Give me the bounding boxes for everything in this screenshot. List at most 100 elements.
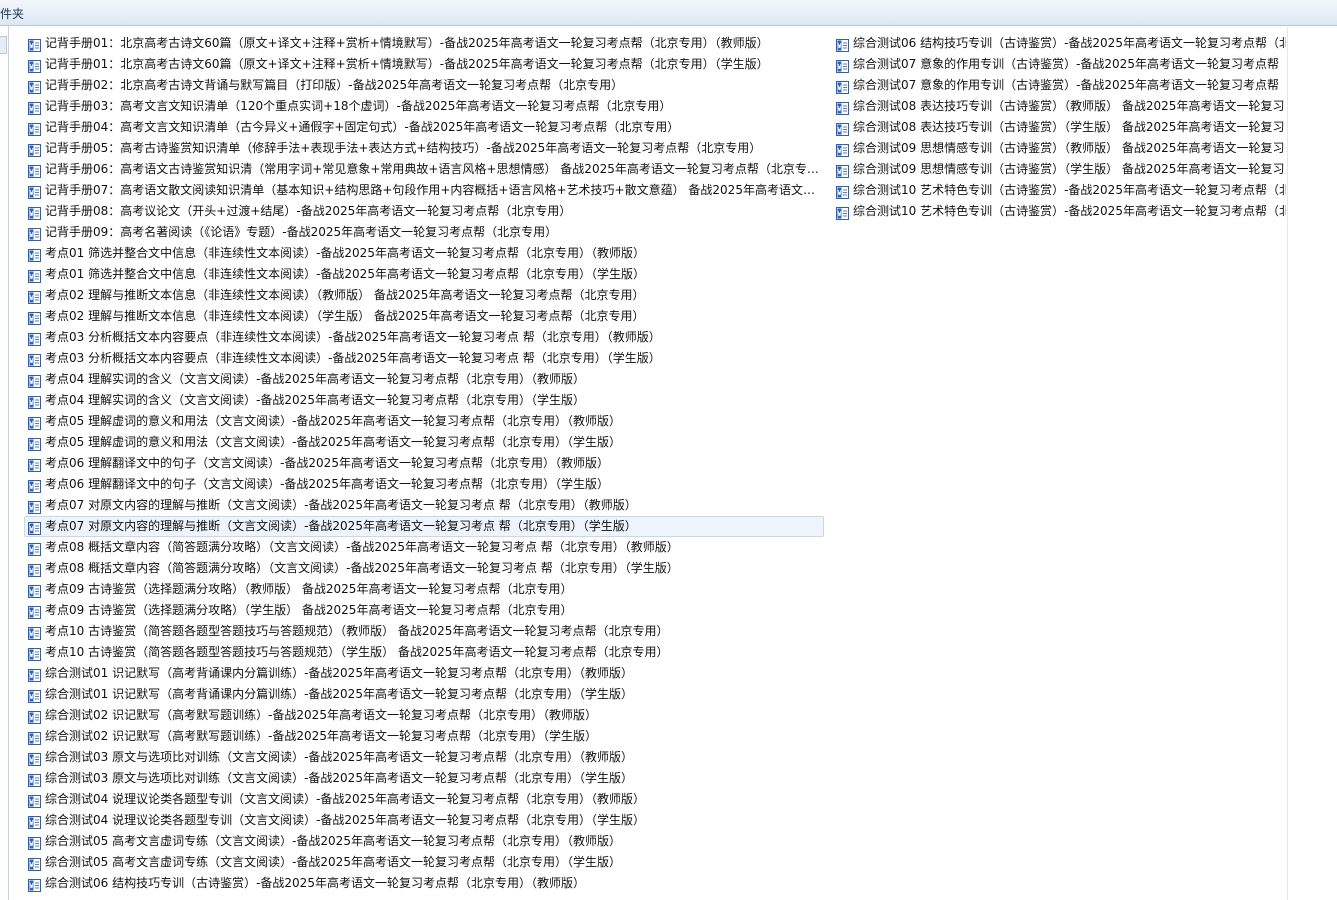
word-document-icon [28,772,41,787]
file-item[interactable]: 综合测试01 识记默写（高考背诵课内分篇训练）-备战2025年高考语文一轮复习考… [24,663,824,684]
word-document-icon [28,520,41,535]
file-name: 考点01 筛选并整合文中信息（非连续性文本阅读）-备战2025年高考语文一轮复习… [45,267,645,281]
file-item[interactable]: 考点03 分析概括文本内容要点（非连续性文本阅读）-备战2025年高考语文一轮复… [24,327,824,348]
file-item[interactable]: 考点06 理解翻译文中的句子（文言文阅读）-备战2025年高考语文一轮复习考点帮… [24,453,824,474]
file-item[interactable]: 综合测试03 原文与选项比对训练（文言文阅读）-备战2025年高考语文一轮复习考… [24,747,824,768]
file-item[interactable]: 综合测试08 表达技巧专训（古诗鉴赏）（教师版） 备战2025年高考语文一轮复习 [832,96,1287,117]
file-name: 综合测试05 高考文言虚词专练（文言文阅读）-备战2025年高考语文一轮复习考点… [45,855,621,869]
file-item[interactable]: 考点10 古诗鉴赏（简答题各题型答题技巧与答题规范）（学生版） 备战2025年高… [24,642,824,663]
word-document-icon [28,625,41,640]
file-item[interactable]: 综合测试06 结构技巧专训（古诗鉴赏）-备战2025年高考语文一轮复习考点帮（北… [24,873,824,894]
file-name: 综合测试09 思想情感专训（古诗鉴赏）（学生版） 备战2025年高考语文一轮复习 [853,162,1285,176]
file-item[interactable]: 综合测试04 说理议论类各题型专训（文言文阅读）-备战2025年高考语文一轮复习… [24,810,824,831]
word-document-icon [836,184,849,199]
file-item[interactable]: 记背手册03：高考文言文知识清单（120个重点实词+18个虚词）-备战2025年… [24,96,824,117]
file-item[interactable]: 考点04 理解实词的含义（文言文阅读）-备战2025年高考语文一轮复习考点帮（北… [24,390,824,411]
file-item[interactable]: 考点07 对原文内容的理解与推断（文言文阅读）-备战2025年高考语文一轮复习考… [24,516,824,537]
word-document-icon [28,247,41,262]
file-item[interactable]: 综合测试09 思想情感专训（古诗鉴赏）（教师版） 备战2025年高考语文一轮复习 [832,138,1287,159]
file-name: 考点07 对原文内容的理解与推断（文言文阅读）-备战2025年高考语文一轮复习考… [45,519,637,533]
file-name: 记背手册05：高考古诗鉴赏知识清单（修辞手法+表现手法+表达方式+结构技巧）-备… [45,141,762,155]
file-item[interactable]: 综合测试02 识记默写（高考默写题训练）-备战2025年高考语文一轮复习考点帮（… [24,705,824,726]
file-item[interactable]: 综合测试10 艺术特色专训（古诗鉴赏）-备战2025年高考语文一轮复习考点帮（北 [832,180,1287,201]
file-name: 考点02 理解与推断文本信息（非连续性文本阅读）（教师版） 备战2025年高考语… [45,288,645,302]
word-document-icon [28,877,41,892]
file-name: 记背手册01：北京高考古诗文60篇（原文+译文+注释+赏析+情境默写）-备战20… [45,36,769,50]
word-document-icon [28,814,41,829]
file-item[interactable]: 考点05 理解虚词的意义和用法（文言文阅读）-备战2025年高考语文一轮复习考点… [24,411,824,432]
word-document-icon [28,100,41,115]
file-name: 考点08 概括文章内容（简答题满分攻略）（文言文阅读）-备战2025年高考语文一… [45,540,679,554]
word-document-icon [28,226,41,241]
file-item[interactable]: 综合测试02 识记默写（高考默写题训练）-备战2025年高考语文一轮复习考点帮（… [24,726,824,747]
file-item[interactable]: 考点01 筛选并整合文中信息（非连续性文本阅读）-备战2025年高考语文一轮复习… [24,264,824,285]
file-name: 综合测试03 原文与选项比对训练（文言文阅读）-备战2025年高考语文一轮复习考… [45,750,633,764]
file-name: 考点01 筛选并整合文中信息（非连续性文本阅读）-备战2025年高考语文一轮复习… [45,246,645,260]
word-document-icon [28,184,41,199]
file-name: 考点07 对原文内容的理解与推断（文言文阅读）-备战2025年高考语文一轮复习考… [45,498,637,512]
file-name: 考点06 理解翻译文中的句子（文言文阅读）-备战2025年高考语文一轮复习考点帮… [45,456,609,470]
file-name: 考点06 理解翻译文中的句子（文言文阅读）-备战2025年高考语文一轮复习考点帮… [45,477,609,491]
file-item[interactable]: 考点05 理解虚词的意义和用法（文言文阅读）-备战2025年高考语文一轮复习考点… [24,432,824,453]
window-title: 件夹 [0,7,25,21]
file-item[interactable]: 记背手册08：高考议论文（开头+过渡+结尾）-备战2025年高考语文一轮复习考点… [24,201,824,222]
word-document-icon [28,436,41,451]
file-list-pane: 记背手册01：北京高考古诗文60篇（原文+译文+注释+赏析+情境默写）-备战20… [10,27,1287,900]
file-name: 综合测试08 表达技巧专训（古诗鉴赏）（教师版） 备战2025年高考语文一轮复习 [853,99,1285,113]
word-document-icon [28,562,41,577]
file-item[interactable]: 考点01 筛选并整合文中信息（非连续性文本阅读）-备战2025年高考语文一轮复习… [24,243,824,264]
file-item[interactable]: 综合测试08 表达技巧专训（古诗鉴赏）（学生版） 备战2025年高考语文一轮复习 [832,117,1287,138]
word-document-icon [28,37,41,52]
file-name: 考点05 理解虚词的意义和用法（文言文阅读）-备战2025年高考语文一轮复习考点… [45,435,621,449]
file-item[interactable]: 记背手册04：高考文言文知识清单（古今异义+通假字+固定句式）-备战2025年高… [24,117,824,138]
file-name: 记背手册02：北京高考古诗文背诵与默写篇目（打印版）-备战2025年高考语文一轮… [45,78,624,92]
file-item[interactable]: 综合测试04 说理议论类各题型专训（文言文阅读）-备战2025年高考语文一轮复习… [24,789,824,810]
file-item[interactable]: 综合测试07 意象的作用专训（古诗鉴赏）-备战2025年高考语文一轮复习考点帮（ [832,75,1287,96]
file-item[interactable]: 综合测试09 思想情感专训（古诗鉴赏）（学生版） 备战2025年高考语文一轮复习 [832,159,1287,180]
file-item[interactable]: 记背手册05：高考古诗鉴赏知识清单（修辞手法+表现手法+表达方式+结构技巧）-备… [24,138,824,159]
file-item[interactable]: 记背手册01：北京高考古诗文60篇（原文+译文+注释+赏析+情境默写）-备战20… [24,33,824,54]
file-item[interactable]: 综合测试10 艺术特色专训（古诗鉴赏）-备战2025年高考语文一轮复习考点帮（北 [832,201,1287,222]
file-item[interactable]: 考点06 理解翻译文中的句子（文言文阅读）-备战2025年高考语文一轮复习考点帮… [24,474,824,495]
file-name: 综合测试10 艺术特色专训（古诗鉴赏）-备战2025年高考语文一轮复习考点帮（北 [853,204,1286,218]
file-item[interactable]: 综合测试07 意象的作用专训（古诗鉴赏）-备战2025年高考语文一轮复习考点帮（ [832,54,1287,75]
file-item[interactable]: 考点09 古诗鉴赏（选择题满分攻略）（学生版） 备战2025年高考语文一轮复习考… [24,600,824,621]
file-item[interactable]: 考点04 理解实词的含义（文言文阅读）-备战2025年高考语文一轮复习考点帮（北… [24,369,824,390]
file-item[interactable]: 综合测试03 原文与选项比对训练（文言文阅读）-备战2025年高考语文一轮复习考… [24,768,824,789]
word-document-icon [836,142,849,157]
file-item[interactable]: 考点08 概括文章内容（简答题满分攻略）（文言文阅读）-备战2025年高考语文一… [24,537,824,558]
file-name: 考点04 理解实词的含义（文言文阅读）-备战2025年高考语文一轮复习考点帮（北… [45,393,585,407]
file-item[interactable]: 记背手册07：高考语文散文阅读知识清单（基本知识+结构思路+句段作用+内容概括+… [24,180,824,201]
file-item[interactable]: 记背手册01：北京高考古诗文60篇（原文+译文+注释+赏析+情境默写）-备战20… [24,54,824,75]
file-name: 考点09 古诗鉴赏（选择题满分攻略）（学生版） 备战2025年高考语文一轮复习考… [45,603,573,617]
file-item[interactable]: 综合测试05 高考文言虚词专练（文言文阅读）-备战2025年高考语文一轮复习考点… [24,852,824,873]
word-document-icon [836,121,849,136]
file-name: 考点02 理解与推断文本信息（非连续性文本阅读）（学生版） 备战2025年高考语… [45,309,645,323]
file-item[interactable]: 综合测试06 结构技巧专训（古诗鉴赏）-备战2025年高考语文一轮复习考点帮（北 [832,33,1287,54]
file-name: 记背手册03：高考文言文知识清单（120个重点实词+18个虚词）-备战2025年… [45,99,672,113]
file-item[interactable]: 考点03 分析概括文本内容要点（非连续性文本阅读）-备战2025年高考语文一轮复… [24,348,824,369]
file-item[interactable]: 综合测试01 识记默写（高考背诵课内分篇训练）-备战2025年高考语文一轮复习考… [24,684,824,705]
file-item[interactable]: 考点07 对原文内容的理解与推断（文言文阅读）-备战2025年高考语文一轮复习考… [24,495,824,516]
word-document-icon [836,37,849,52]
navigation-pane-handle[interactable] [0,36,7,54]
file-item[interactable]: 考点10 古诗鉴赏（简答题各题型答题技巧与答题规范）（教师版） 备战2025年高… [24,621,824,642]
file-name: 综合测试06 结构技巧专训（古诗鉴赏）-备战2025年高考语文一轮复习考点帮（北 [853,36,1286,50]
file-item[interactable]: 记背手册02：北京高考古诗文背诵与默写篇目（打印版）-备战2025年高考语文一轮… [24,75,824,96]
word-document-icon [28,541,41,556]
file-name: 考点04 理解实词的含义（文言文阅读）-备战2025年高考语文一轮复习考点帮（北… [45,372,585,386]
file-item[interactable]: 考点02 理解与推断文本信息（非连续性文本阅读）（教师版） 备战2025年高考语… [24,285,824,306]
file-name: 综合测试08 表达技巧专训（古诗鉴赏）（学生版） 备战2025年高考语文一轮复习 [853,120,1285,134]
file-name: 考点10 古诗鉴赏（简答题各题型答题技巧与答题规范）（教师版） 备战2025年高… [45,624,669,638]
file-item[interactable]: 综合测试05 高考文言虚词专练（文言文阅读）-备战2025年高考语文一轮复习考点… [24,831,824,852]
file-item[interactable]: 考点09 古诗鉴赏（选择题满分攻略）（教师版） 备战2025年高考语文一轮复习考… [24,579,824,600]
file-name: 记背手册01：北京高考古诗文60篇（原文+译文+注释+赏析+情境默写）-备战20… [45,57,769,71]
navigation-pane-edge[interactable] [0,26,9,900]
window-title-bar: 件夹 [0,0,1337,26]
file-item[interactable]: 记背手册06：高考语文古诗鉴赏知识清（常用字词+常见意象+常用典故+语言风格+思… [24,159,824,180]
file-name: 考点05 理解虚词的意义和用法（文言文阅读）-备战2025年高考语文一轮复习考点… [45,414,621,428]
file-item[interactable]: 记背手册09：高考名著阅读（《论语》专题）-备战2025年高考语文一轮复习考点帮… [24,222,824,243]
file-item[interactable]: 考点08 概括文章内容（简答题满分攻略）（文言文阅读）-备战2025年高考语文一… [24,558,824,579]
word-document-icon [28,457,41,472]
file-item[interactable]: 考点02 理解与推断文本信息（非连续性文本阅读）（学生版） 备战2025年高考语… [24,306,824,327]
